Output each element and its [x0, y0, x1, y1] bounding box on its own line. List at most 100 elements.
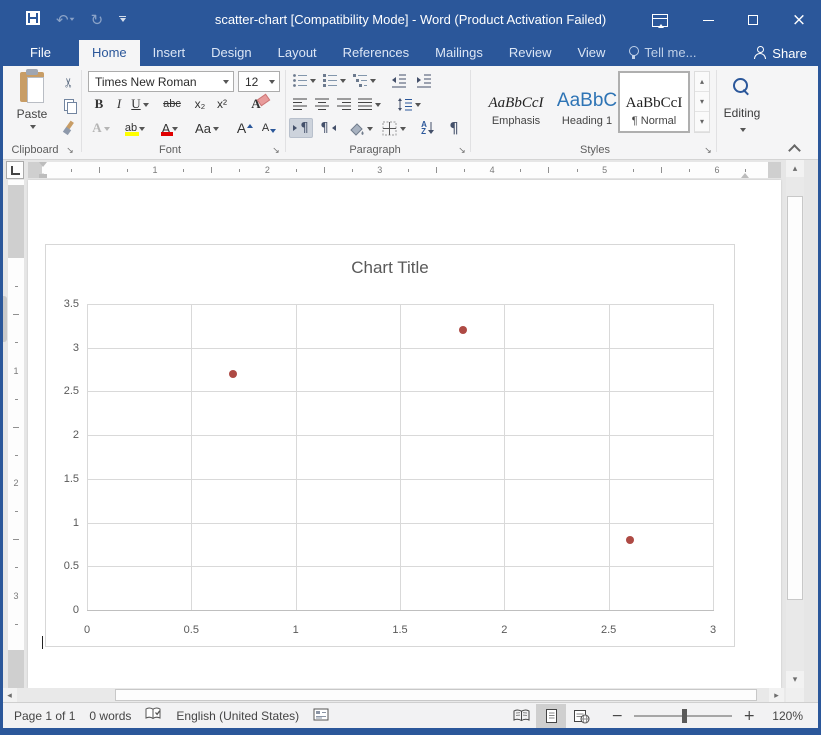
- x-axis-tick-label: 1: [271, 623, 321, 637]
- zoom-in-button[interactable]: +: [742, 708, 756, 724]
- scroll-right-button[interactable]: ▸: [769, 688, 784, 702]
- clear-formatting-button[interactable]: A: [242, 94, 270, 114]
- style-emphasis[interactable]: AaBbCcI Emphasis: [476, 71, 556, 133]
- tell-me-box[interactable]: Tell me...: [618, 40, 706, 66]
- print-layout-button[interactable]: [536, 704, 566, 728]
- collapse-ribbon-icon[interactable]: [788, 144, 801, 157]
- text-effects-caret: [104, 127, 110, 134]
- numbering-button[interactable]: [321, 70, 347, 90]
- share-button[interactable]: Share: [753, 40, 807, 66]
- styles-dialog-launcher-icon[interactable]: ↘: [702, 145, 714, 157]
- zoom-out-button[interactable]: −: [610, 708, 624, 724]
- vertical-scrollbar[interactable]: ▴ ▾: [786, 160, 804, 688]
- tab-mailings[interactable]: Mailings: [422, 40, 496, 66]
- tab-home[interactable]: Home: [79, 40, 140, 66]
- show-paragraph-marks-button[interactable]: ¶: [444, 118, 464, 138]
- styles-scroll-up-icon[interactable]: ▴: [695, 72, 709, 92]
- scroll-left-button[interactable]: ◂: [2, 688, 17, 702]
- chart-plot: [87, 304, 713, 610]
- h-ruler-tick: [520, 169, 521, 172]
- paragraph-dialog-launcher-icon[interactable]: ↘: [456, 145, 468, 157]
- styles-scroll-down-icon[interactable]: ▾: [695, 92, 709, 112]
- document-page[interactable]: Chart Title 00.511.522.5300.511.522.533.…: [28, 180, 781, 688]
- font-color-button[interactable]: A: [156, 118, 184, 138]
- ltr-text-direction-button[interactable]: ¶: [289, 118, 313, 138]
- vertical-scrollbar-thumb[interactable]: [787, 196, 803, 600]
- read-mode-button[interactable]: [506, 704, 536, 728]
- maximize-button[interactable]: [733, 0, 773, 40]
- justify-button[interactable]: [356, 94, 382, 114]
- horizontal-scrollbar[interactable]: ◂ ▸: [0, 688, 786, 702]
- line-spacing-icon: [397, 97, 413, 112]
- highlight-color-button[interactable]: ab: [120, 118, 150, 138]
- underline-button[interactable]: U: [128, 94, 152, 114]
- cut-button[interactable]: ✂: [58, 72, 80, 92]
- text-effects-button[interactable]: A: [88, 118, 114, 138]
- ltr-pilcrow: ¶: [300, 121, 308, 136]
- macro-icon[interactable]: [313, 707, 330, 725]
- h-ruler-number: 3: [372, 164, 388, 176]
- shading-button[interactable]: [346, 118, 376, 138]
- grow-font-label: A: [237, 120, 246, 136]
- zoom-slider-handle[interactable]: [682, 709, 687, 723]
- rtl-text-direction-button[interactable]: ¶: [316, 118, 340, 138]
- format-painter-button[interactable]: [58, 118, 80, 138]
- tab-layout[interactable]: Layout: [265, 40, 330, 66]
- tab-insert[interactable]: Insert: [140, 40, 199, 66]
- word-count[interactable]: 0 words: [89, 709, 131, 723]
- font-dialog-launcher-icon[interactable]: ↘: [270, 145, 282, 157]
- zoom-slider[interactable]: [634, 715, 732, 717]
- bullets-button[interactable]: [291, 70, 317, 90]
- left-indent-marker[interactable]: [39, 174, 47, 178]
- change-case-button[interactable]: Aa: [192, 118, 222, 138]
- subscript-button[interactable]: x₂: [190, 94, 210, 114]
- scroll-down-button[interactable]: ▾: [786, 671, 804, 688]
- web-layout-button[interactable]: [566, 704, 596, 728]
- italic-button[interactable]: I: [112, 94, 126, 114]
- bold-button[interactable]: B: [90, 94, 108, 114]
- line-spacing-button[interactable]: [394, 94, 424, 114]
- superscript-button[interactable]: x²: [212, 94, 232, 114]
- proofing-icon[interactable]: [145, 706, 162, 725]
- strikethrough-button[interactable]: abc: [158, 94, 186, 114]
- style-normal-label: ¶ Normal: [632, 115, 676, 127]
- font-name-select[interactable]: Times New Roman: [88, 71, 234, 92]
- align-right-button[interactable]: [334, 94, 354, 114]
- styles-more-icon[interactable]: ▾: [695, 112, 709, 132]
- paste-button[interactable]: Paste: [8, 70, 56, 142]
- increase-indent-button[interactable]: [413, 70, 435, 90]
- grow-font-button[interactable]: A: [234, 118, 256, 138]
- styles-group-label: Styles: [540, 144, 650, 158]
- align-left-button[interactable]: [290, 94, 310, 114]
- align-center-button[interactable]: [312, 94, 332, 114]
- close-button[interactable]: ×: [778, 0, 820, 40]
- font-size-select[interactable]: 12: [238, 71, 280, 92]
- clipboard-dialog-launcher-icon[interactable]: ↘: [64, 145, 76, 157]
- tab-references[interactable]: References: [330, 40, 422, 66]
- shrink-font-button[interactable]: A: [258, 118, 280, 138]
- ribbon-display-options-button[interactable]: [640, 0, 680, 40]
- horizontal-scrollbar-thumb[interactable]: [115, 689, 757, 701]
- v-ruler-tick: [15, 399, 18, 400]
- scroll-up-button[interactable]: ▴: [786, 160, 804, 177]
- copy-button[interactable]: [58, 95, 80, 115]
- language[interactable]: English (United States): [176, 709, 299, 723]
- tab-design[interactable]: Design: [198, 40, 264, 66]
- gridline-horizontal: [87, 523, 714, 524]
- zoom-level[interactable]: 120%: [772, 709, 803, 723]
- decrease-indent-button[interactable]: [388, 70, 410, 90]
- minimize-button[interactable]: [688, 0, 728, 40]
- style-normal[interactable]: AaBbCcI ¶ Normal: [618, 71, 690, 133]
- borders-button[interactable]: [380, 118, 408, 138]
- tab-review[interactable]: Review: [496, 40, 565, 66]
- tab-file[interactable]: File: [14, 40, 67, 66]
- page-count[interactable]: Page 1 of 1: [14, 709, 75, 723]
- sort-button[interactable]: AZ: [416, 118, 440, 138]
- style-heading1[interactable]: AaBbC Heading 1: [558, 71, 616, 133]
- tab-view[interactable]: View: [564, 40, 618, 66]
- multilevel-list-button[interactable]: [351, 70, 377, 90]
- tab-selector[interactable]: [6, 161, 24, 179]
- chart-frame[interactable]: Chart Title 00.511.522.5300.511.522.533.…: [45, 244, 735, 647]
- editing-find-button[interactable]: [726, 72, 758, 102]
- style-heading1-label: Heading 1: [562, 115, 612, 127]
